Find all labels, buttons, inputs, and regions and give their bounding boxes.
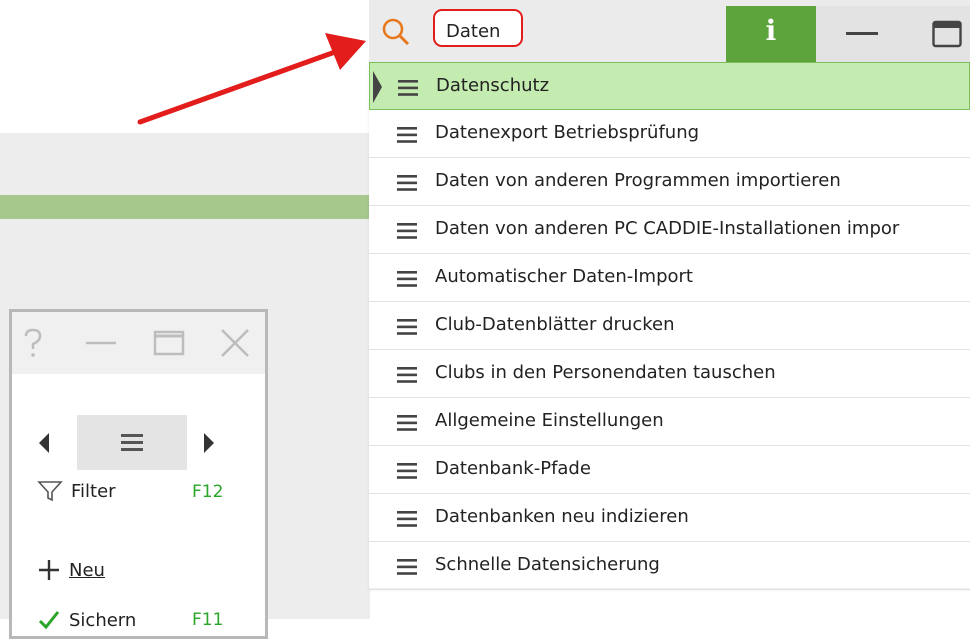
annotation-arrow	[137, 33, 366, 125]
